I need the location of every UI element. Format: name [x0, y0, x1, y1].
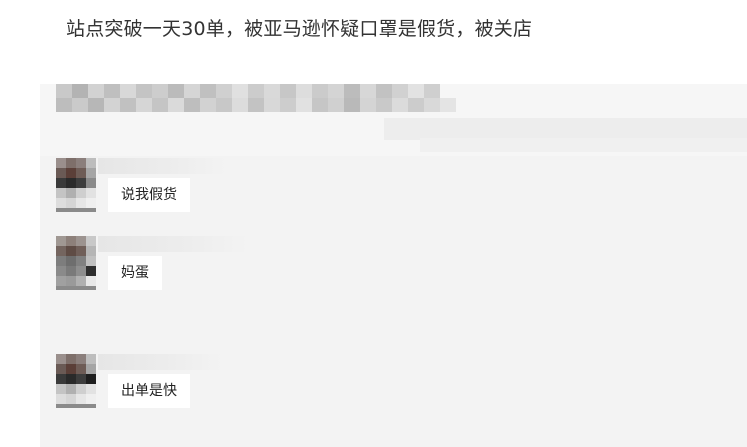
- mosaic-block: [328, 98, 344, 112]
- message-row: 说我假货: [56, 158, 656, 218]
- mosaic-block: [136, 84, 152, 98]
- message-bubble: 妈蛋: [108, 256, 162, 290]
- avatar: [56, 236, 96, 290]
- mosaic-block: [392, 84, 408, 98]
- mosaic-block: [424, 98, 440, 112]
- mosaic-block: [104, 98, 120, 112]
- mosaic-block: [72, 98, 88, 112]
- mosaic-block: [312, 98, 328, 112]
- mosaic-block: [168, 84, 184, 98]
- mosaic-block: [280, 84, 296, 98]
- mosaic-block: [248, 98, 264, 112]
- mosaic-block: [200, 84, 216, 98]
- page: 站点突破一天30单，被亚马逊怀疑口罩是假货，被关店 说我假货 妈蛋 出单是快: [0, 0, 747, 447]
- mosaic-block: [344, 84, 360, 98]
- mosaic-block: [184, 98, 200, 112]
- message-bubble: 出单是快: [108, 374, 190, 408]
- mosaic-block: [152, 98, 168, 112]
- mosaic-block: [72, 84, 88, 98]
- mosaic-block: [248, 84, 264, 98]
- mosaic-block: [88, 84, 104, 98]
- blurred-username: [98, 236, 248, 252]
- mosaic-block: [56, 84, 72, 98]
- mosaic-block: [344, 98, 360, 112]
- mosaic-block: [376, 84, 392, 98]
- mosaic-block: [296, 84, 312, 98]
- mosaic-block: [408, 84, 424, 98]
- mosaic-block: [216, 84, 232, 98]
- mosaic-block: [424, 84, 440, 98]
- mosaic-block: [88, 98, 104, 112]
- mosaic-block: [440, 98, 456, 112]
- mosaic-block: [232, 84, 248, 98]
- mosaic-block: [408, 98, 424, 112]
- blurred-username: [98, 354, 222, 370]
- mosaic-block: [120, 98, 136, 112]
- mosaic-block: [104, 84, 120, 98]
- avatar: [56, 354, 96, 408]
- mosaic-block: [232, 98, 248, 112]
- mosaic-block: [392, 98, 408, 112]
- blurred-bar: [384, 118, 747, 140]
- message-bubble: 说我假货: [108, 178, 190, 212]
- mosaic-block: [152, 84, 168, 98]
- blurred-header: [40, 84, 747, 156]
- blurred-bar: [420, 138, 747, 152]
- mosaic-block: [280, 98, 296, 112]
- mosaic-block: [376, 98, 392, 112]
- blurred-username: [98, 158, 226, 174]
- article-headline: 站点突破一天30单，被亚马逊怀疑口罩是假货，被关店: [66, 18, 533, 40]
- mosaic-block: [56, 98, 72, 112]
- mosaic-block: [360, 84, 376, 98]
- message-row: 妈蛋: [56, 236, 656, 296]
- mosaic-block: [328, 84, 344, 98]
- mosaic-block: [216, 98, 232, 112]
- avatar: [56, 158, 96, 212]
- mosaic-block: [264, 84, 280, 98]
- mosaic-block: [296, 98, 312, 112]
- mosaic-block: [264, 98, 280, 112]
- mosaic-block: [136, 98, 152, 112]
- mosaic-block: [184, 84, 200, 98]
- chat-screenshot: 说我假货 妈蛋 出单是快: [40, 84, 747, 447]
- message-row: 出单是快: [56, 354, 656, 414]
- mosaic-block: [200, 98, 216, 112]
- mosaic-block: [168, 98, 184, 112]
- mosaic-block: [120, 84, 136, 98]
- mosaic-block: [312, 84, 328, 98]
- mosaic-block: [360, 98, 376, 112]
